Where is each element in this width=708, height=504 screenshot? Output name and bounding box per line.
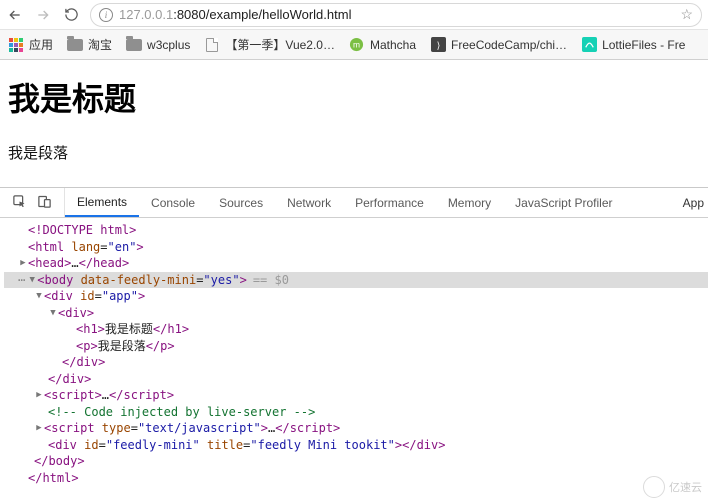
- dom-node[interactable]: <p>我是段落</p>: [4, 338, 708, 355]
- dom-node[interactable]: <html lang="en">: [4, 239, 708, 256]
- dom-node-selected[interactable]: ⋯▼<body data-feedly-mini="yes">== $0: [4, 272, 708, 289]
- bookmark-label: 应用: [29, 36, 53, 53]
- disclosure-triangle-icon[interactable]: ▶: [34, 387, 44, 404]
- mathcha-icon: m: [349, 37, 365, 53]
- device-toolbar-icon[interactable]: [37, 194, 52, 212]
- bookmark-label: w3cplus: [147, 38, 190, 52]
- dom-node[interactable]: <h1>我是标题</h1>: [4, 321, 708, 338]
- disclosure-triangle-icon[interactable]: ▼: [48, 305, 58, 322]
- page-icon: [204, 37, 220, 53]
- tab-sources[interactable]: Sources: [207, 188, 275, 217]
- svg-text:⟩: ⟩: [435, 40, 441, 51]
- bookmark-mathcha[interactable]: m Mathcha: [349, 37, 416, 53]
- tab-console[interactable]: Console: [139, 188, 207, 217]
- bookmark-label: Mathcha: [370, 38, 416, 52]
- dom-node[interactable]: ▼<div>: [4, 305, 708, 322]
- tab-elements[interactable]: Elements: [65, 188, 139, 217]
- dom-node[interactable]: </div>: [4, 354, 708, 371]
- folder-icon: [67, 37, 83, 53]
- address-bar[interactable]: i 127.0.0.1:8080/example/helloWorld.html…: [90, 3, 702, 27]
- bookmark-freecodecamp[interactable]: ⟩ FreeCodeCamp/chi…: [430, 37, 567, 53]
- tab-performance[interactable]: Performance: [343, 188, 436, 217]
- reload-button[interactable]: [62, 6, 80, 24]
- tab-network[interactable]: Network: [275, 188, 343, 217]
- dom-node[interactable]: <div id="feedly-mini" title="feedly Mini…: [4, 437, 708, 454]
- tab-javascript-profiler[interactable]: JavaScript Profiler: [503, 188, 624, 217]
- bookmark-label: 【第一季】Vue2.0…: [225, 36, 335, 53]
- freecodecamp-icon: ⟩: [430, 37, 446, 53]
- bookmark-lottie[interactable]: LottieFiles - Fre: [581, 37, 685, 53]
- inspect-element-icon[interactable]: [12, 194, 27, 212]
- lottie-icon: [581, 37, 597, 53]
- tab-application[interactable]: App: [671, 188, 708, 217]
- disclosure-triangle-icon[interactable]: ▶: [34, 420, 44, 437]
- browser-toolbar: i 127.0.0.1:8080/example/helloWorld.html…: [0, 0, 708, 30]
- page-heading: 我是标题: [8, 74, 700, 120]
- disclosure-triangle-icon[interactable]: ▼: [27, 272, 37, 289]
- bookmark-folder-w3cplus[interactable]: w3cplus: [126, 37, 190, 53]
- url-text: 127.0.0.1:8080/example/helloWorld.html: [119, 7, 674, 22]
- disclosure-triangle-icon[interactable]: ▶: [18, 255, 28, 272]
- bookmark-label: FreeCodeCamp/chi…: [451, 38, 567, 52]
- dom-node[interactable]: ▶<script>…</script>: [4, 387, 708, 404]
- dom-node[interactable]: </body>: [4, 453, 708, 470]
- dom-node[interactable]: ▼<div id="app">: [4, 288, 708, 305]
- dom-node[interactable]: <!-- Code injected by live-server -->: [4, 404, 708, 421]
- site-info-icon[interactable]: i: [99, 8, 113, 22]
- devtools-panel: Elements Console Sources Network Perform…: [0, 187, 708, 492]
- bookmark-label: LottieFiles - Fre: [602, 38, 685, 52]
- dom-tree[interactable]: <!DOCTYPE html> <html lang="en"> ▶<head>…: [0, 218, 708, 492]
- svg-text:m: m: [353, 39, 360, 49]
- dom-node[interactable]: <!DOCTYPE html>: [4, 222, 708, 239]
- bookmark-vue[interactable]: 【第一季】Vue2.0…: [204, 36, 335, 53]
- apps-icon: [8, 37, 24, 53]
- page-paragraph: 我是段落: [8, 142, 700, 163]
- bookmarks-bar: 应用 淘宝 w3cplus 【第一季】Vue2.0… m Mathcha ⟩ F…: [0, 30, 708, 60]
- tab-memory[interactable]: Memory: [436, 188, 503, 217]
- bookmark-star-icon[interactable]: ☆: [680, 6, 693, 23]
- gutter-dots-icon: ⋯: [18, 272, 27, 289]
- dom-node[interactable]: </html>: [4, 470, 708, 487]
- bookmark-folder-taobao[interactable]: 淘宝: [67, 36, 112, 53]
- dom-node[interactable]: </div>: [4, 371, 708, 388]
- apps-shortcut[interactable]: 应用: [8, 36, 53, 53]
- bookmark-label: 淘宝: [88, 36, 112, 53]
- page-content: 我是标题 我是段落: [0, 60, 708, 187]
- forward-button[interactable]: [34, 6, 52, 24]
- back-button[interactable]: [6, 6, 24, 24]
- disclosure-triangle-icon[interactable]: ▼: [34, 288, 44, 305]
- dom-node[interactable]: ▶<head>…</head>: [4, 255, 708, 272]
- folder-icon: [126, 37, 142, 53]
- devtools-tabs: Elements Console Sources Network Perform…: [0, 188, 708, 218]
- dom-node[interactable]: ▶<script type="text/javascript">…</scrip…: [4, 420, 708, 437]
